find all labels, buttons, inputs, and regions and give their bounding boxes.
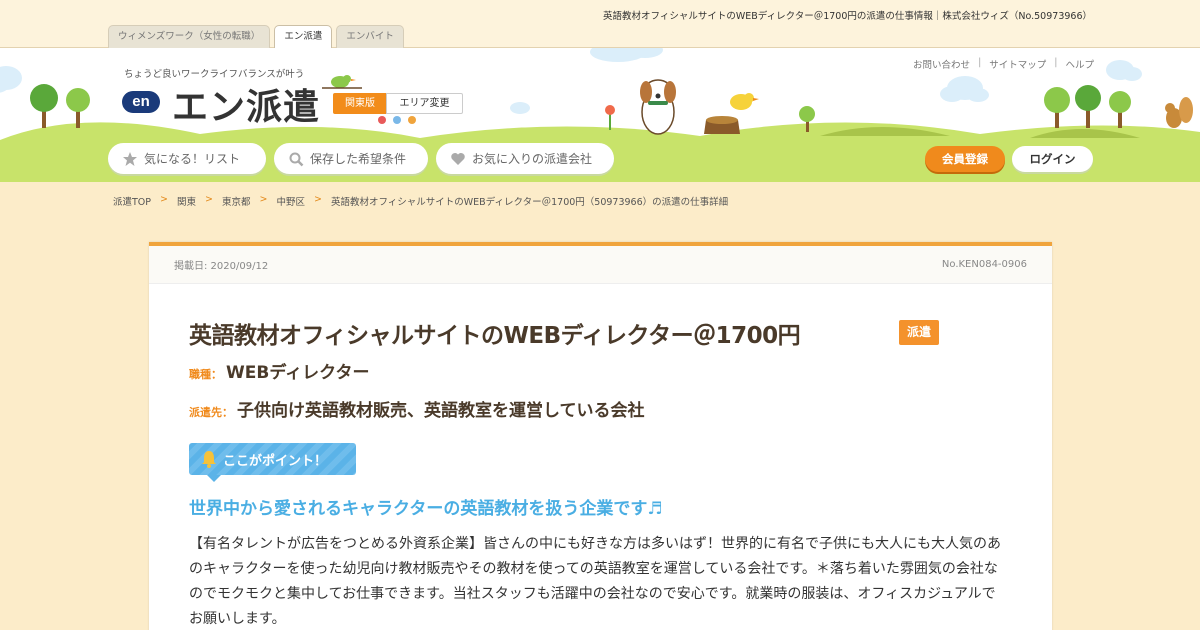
region-badge: 関東版 — [333, 93, 387, 114]
divider: | — [1054, 57, 1058, 68]
sitemap-link[interactable]: サイトマップ — [989, 57, 1046, 71]
breadcrumb-current: 英語教材オフィシャルサイトのWEBディレクター＠1700円（50973966）の… — [330, 197, 729, 208]
register-button[interactable]: 会員登録 — [925, 146, 1005, 172]
tab-en-haken[interactable]: エン派遣 — [274, 25, 333, 49]
breadcrumb-item[interactable]: 東京都 — [222, 194, 251, 208]
breadcrumb: 派遣TOP > 関東 > 東京都 > 中野区 > 英語教材オフィシャルサイトのW… — [113, 194, 728, 208]
point-banner: ここがポイント！ — [189, 443, 356, 482]
favorite-agencies-label: お気に入りの派遣会社 — [472, 152, 593, 166]
client-row: 派遣先： 子供向け英語教材販売、英語教室を運営している会社 — [189, 396, 645, 421]
breadcrumb-separator-icon: > — [313, 194, 322, 205]
page-headline: 英語教材オフィシャルサイトのWEBディレクター＠1700円の派遣の仕事情報｜株式… — [603, 11, 1092, 22]
dog-mascot — [640, 79, 676, 135]
occupation-value: WEBディレクター — [226, 363, 370, 383]
breadcrumb-separator-icon: > — [205, 194, 213, 205]
client-value: 子供向け英語教材販売、英語教室を運営している会社 — [237, 401, 645, 421]
saved-conditions-button[interactable]: 保存した希望条件 — [274, 143, 428, 174]
point-label: ここがポイント！ — [223, 453, 328, 469]
job-title: 英語教材オフィシャルサイトのWEBディレクター＠1700円 — [189, 323, 801, 349]
tab-en-baito[interactable]: エンバイト — [336, 25, 404, 48]
posted-date: 掲載日: 2020/09/12 — [174, 261, 269, 272]
breadcrumb-separator-icon: > — [160, 194, 168, 205]
top-bar: 英語教材オフィシャルサイトのWEBディレクター＠1700円の派遣の仕事情報｜株式… — [0, 0, 1200, 49]
occupation-row: 職種： WEBディレクター — [189, 358, 369, 383]
job-description: 【有名タレントが広告をつとめる外資系企業】皆さんの中にも好きな方は多いはず！世界… — [189, 536, 1001, 627]
client-label: 派遣先： — [189, 406, 233, 419]
en-logo-mark[interactable]: en — [122, 91, 160, 113]
heart-icon — [451, 152, 465, 165]
saved-conditions-label: 保存した希望条件 — [310, 152, 407, 166]
squirrel-decoration — [1165, 97, 1193, 128]
utility-links: お問い合わせ | サイトマップ | ヘルプ — [913, 57, 1094, 71]
site-header: ちょうど良いワークライフバランスが叶う en エン派遣 関東版 エリア変更 お問… — [0, 48, 1200, 182]
job-meta: 掲載日: 2020/09/12 No.KEN084-0906 — [149, 246, 1052, 284]
login-button[interactable]: ログイン — [1012, 146, 1093, 172]
catch-copy: 世界中から愛されるキャラクターの英語教材を扱う企業です♬ — [189, 499, 663, 519]
employment-type-badge: 派遣 — [899, 320, 939, 345]
site-logo[interactable]: エン派遣 — [172, 78, 320, 130]
favorite-agencies-button[interactable]: お気に入りの派遣会社 — [436, 143, 614, 174]
bird-on-stump — [704, 93, 759, 134]
site-tabs: ウィメンズワーク（女性の転職） エン派遣 エンバイト — [108, 25, 404, 49]
job-number: No.KEN084-0906 — [941, 259, 1027, 270]
logo-bird — [322, 75, 362, 89]
contact-link[interactable]: お問い合わせ — [913, 57, 970, 71]
tab-womens-work[interactable]: ウィメンズワーク（女性の転職） — [108, 25, 271, 48]
star-icon — [123, 151, 137, 166]
watchlist-label: 気になる！リスト — [144, 152, 241, 166]
watchlist-button[interactable]: 気になる！リスト — [108, 143, 266, 174]
breadcrumb-item[interactable]: 関東 — [177, 194, 196, 208]
area-change-button[interactable]: エリア変更 — [386, 93, 463, 114]
help-link[interactable]: ヘルプ — [1065, 57, 1094, 71]
breadcrumb-item[interactable]: 中野区 — [276, 194, 305, 208]
breadcrumb-item[interactable]: 派遣TOP — [113, 194, 151, 208]
search-icon — [289, 152, 304, 166]
occupation-label: 職種： — [189, 368, 222, 381]
breadcrumb-separator-icon: > — [259, 194, 268, 205]
divider: | — [978, 57, 982, 68]
job-detail-card: 掲載日: 2020/09/12 No.KEN084-0906 英語教材オフィシャ… — [149, 242, 1052, 630]
bell-icon — [202, 451, 216, 468]
